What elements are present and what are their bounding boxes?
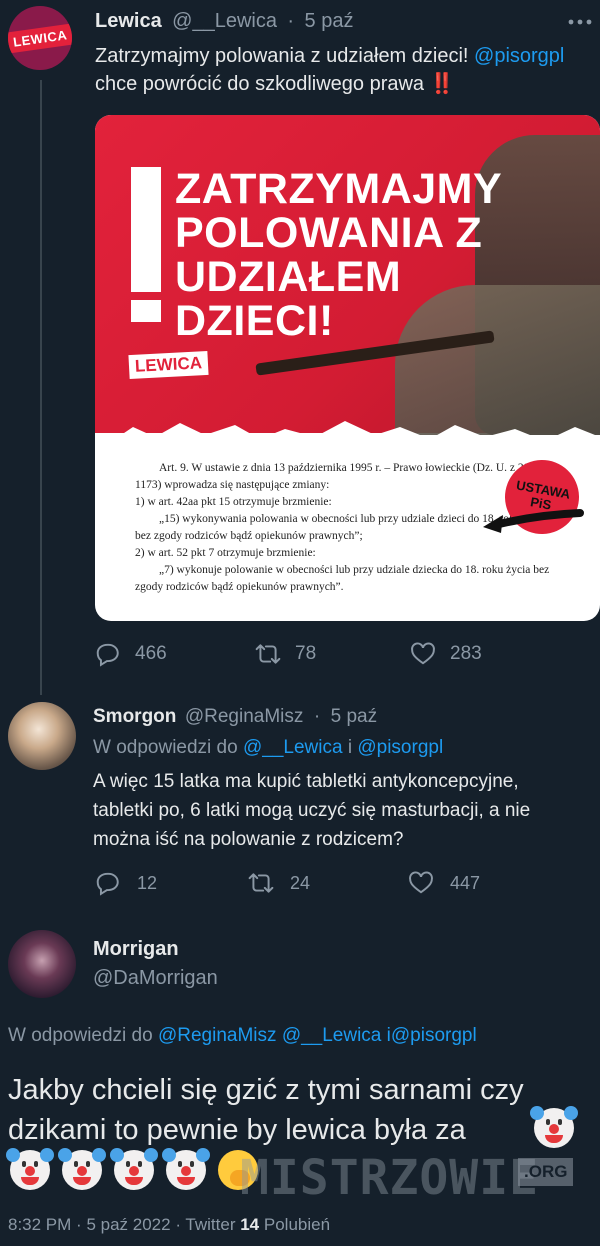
- reply-context: W odpowiedzi do @ReginaMisz @__Lewica i@…: [8, 1025, 477, 1047]
- like-count: 447: [450, 872, 481, 893]
- reply-mention[interactable]: @__Lewica: [282, 1025, 382, 1046]
- image-torn-edge: [95, 421, 600, 455]
- emoji-row-inline: [530, 1106, 578, 1148]
- mention-link[interactable]: @pisorgpl: [474, 45, 564, 67]
- author-name[interactable]: Lewica: [95, 10, 162, 32]
- image-arrow-mark: [483, 509, 584, 533]
- footer-date[interactable]: 5 paź 2022: [86, 1215, 170, 1234]
- emoji-row: [6, 1148, 258, 1190]
- reply-button[interactable]: 12: [95, 870, 248, 896]
- author-name[interactable]: Smorgon: [93, 706, 176, 727]
- clown-face-emoji: [162, 1148, 210, 1190]
- avatar-smorgon[interactable]: [8, 702, 76, 770]
- retweet-button[interactable]: 78: [255, 641, 410, 667]
- reply-count: 12: [137, 872, 158, 893]
- retweet-icon: [255, 641, 281, 667]
- image-exclamation-bar: [131, 167, 161, 292]
- reply-mention[interactable]: @pisorgpl: [357, 737, 443, 758]
- clown-face-emoji: [6, 1148, 54, 1190]
- heart-icon: [410, 641, 436, 667]
- reply-context: W odpowiedzi do @__Lewica i @pisorgpl: [93, 737, 443, 759]
- heart-icon: [408, 870, 434, 896]
- more-horizontal-icon[interactable]: [566, 10, 594, 34]
- reply-count: 466: [135, 643, 167, 664]
- reply-icon: [95, 641, 121, 667]
- tweet-text-line: chce powrócić do szkodliwego prawa: [95, 73, 425, 95]
- retweet-button[interactable]: 24: [248, 870, 408, 896]
- footer-sep: ·: [175, 1215, 181, 1234]
- image-exclamation-dot: [131, 300, 161, 322]
- reply-icon: [95, 870, 121, 896]
- double-exclamation-emoji: ‼️: [429, 73, 455, 95]
- law-line: „7) wykonuje polowanie w obecności lub p…: [159, 564, 550, 576]
- retweet-icon: [248, 870, 274, 896]
- tweet2-header: Smorgon @ReginaMisz · 5 paź: [93, 706, 377, 728]
- like-count: 283: [450, 643, 482, 664]
- reply-mention[interactable]: @__Lewica: [243, 737, 343, 758]
- author-handle[interactable]: @ReginaMisz: [185, 706, 304, 727]
- like-button[interactable]: 283: [410, 641, 482, 667]
- retweet-count: 78: [295, 643, 317, 664]
- tweet-text-line: A więc 15 latka ma kupić tabletki antyko…: [93, 771, 519, 792]
- author-handle[interactable]: @__Lewica: [172, 10, 277, 32]
- footer-time[interactable]: 8:32 PM: [8, 1215, 71, 1234]
- tweet-text-line: Zatrzymajmy polowania z udziałem dzieci!: [95, 45, 469, 67]
- separator-dot: ·: [313, 706, 321, 727]
- tweet-text-line: Jakby chcieli się gzić z tymi sarnami cz…: [8, 1074, 524, 1106]
- reply-mention[interactable]: @ReginaMisz: [158, 1025, 277, 1046]
- image-headline: ZATRZYMAJMY POLOWANIA Z UDZIAŁEM DZIECI!: [175, 165, 502, 345]
- watermark-suffix: .ORG: [518, 1158, 574, 1186]
- avatar-morrigan[interactable]: [8, 930, 76, 998]
- tweet-text-line: tabletki po, 6 latki mogą uczyć się mast…: [93, 800, 531, 821]
- tweet2-text: A więc 15 latka ma kupić tabletki antyko…: [93, 767, 598, 854]
- reply-button[interactable]: 466: [95, 641, 255, 667]
- avatar-logo-text: LEWICA: [8, 22, 72, 54]
- tweet2-actions: 12 24 447: [95, 870, 480, 896]
- thread-connector-line: [40, 80, 42, 695]
- tweet3-footer: 8:32 PM · 5 paź 2022 · Twitter 14 Polubi…: [8, 1215, 330, 1235]
- tweet-text-line: można iść na polowanie z rodzicem?: [93, 829, 404, 850]
- author-name[interactable]: Morrigan: [93, 938, 218, 961]
- tweet-image[interactable]: ZATRZYMAJMY POLOWANIA Z UDZIAŁEM DZIECI!…: [95, 115, 600, 621]
- tweet1-header: Lewica @__Lewica · 5 paź: [95, 10, 353, 33]
- reply-mention[interactable]: i@pisorgpl: [387, 1025, 477, 1046]
- like-button[interactable]: 447: [408, 870, 480, 896]
- retweet-count: 24: [290, 872, 311, 893]
- tweet-time[interactable]: 5 paź: [305, 10, 354, 32]
- law-line: Art. 9. W ustawie z dnia 13 października…: [159, 462, 550, 474]
- tweet3-text: Jakby chcieli się gzić z tymi sarnami cz…: [8, 1070, 598, 1150]
- footer-source: Twitter: [185, 1215, 236, 1234]
- tweet-time[interactable]: 5 paź: [331, 706, 377, 727]
- footer-likes-count[interactable]: 14: [240, 1215, 259, 1234]
- reply-prefix: W odpowiedzi do: [8, 1025, 153, 1046]
- reply-and: i: [347, 737, 353, 758]
- tweet1-actions: 466 78 283: [95, 641, 482, 667]
- clown-face-emoji: [110, 1148, 158, 1190]
- tweet-text-line: dzikami to pewnie by lewica była za: [8, 1114, 466, 1146]
- avatar-lewica[interactable]: LEWICA: [8, 6, 72, 70]
- image-lewica-logo: LEWICA: [128, 350, 209, 380]
- law-line: zgody rodziców bądź opiekunów prawnych”.: [135, 581, 344, 593]
- law-line: 2) w art. 52 pkt 7 otrzymuje brzmienie:: [135, 547, 316, 559]
- author-handle[interactable]: @DaMorrigan: [93, 967, 218, 990]
- clown-face-emoji: [530, 1106, 578, 1148]
- image-red-banner: ZATRZYMAJMY POLOWANIA Z UDZIAŁEM DZIECI!…: [95, 115, 600, 435]
- tweet1-text: Zatrzymajmy polowania z udziałem dzieci!…: [95, 42, 600, 98]
- watermark-text: MISTRZOWIE: [240, 1150, 539, 1206]
- clown-face-emoji: [58, 1148, 106, 1190]
- separator-dot: ·: [287, 10, 295, 32]
- tweet3-header: Morrigan @DaMorrigan: [93, 938, 218, 990]
- reply-prefix: W odpowiedzi do: [93, 737, 238, 758]
- footer-sep: ·: [76, 1215, 82, 1234]
- footer-likes-label[interactable]: Polubień: [264, 1215, 330, 1234]
